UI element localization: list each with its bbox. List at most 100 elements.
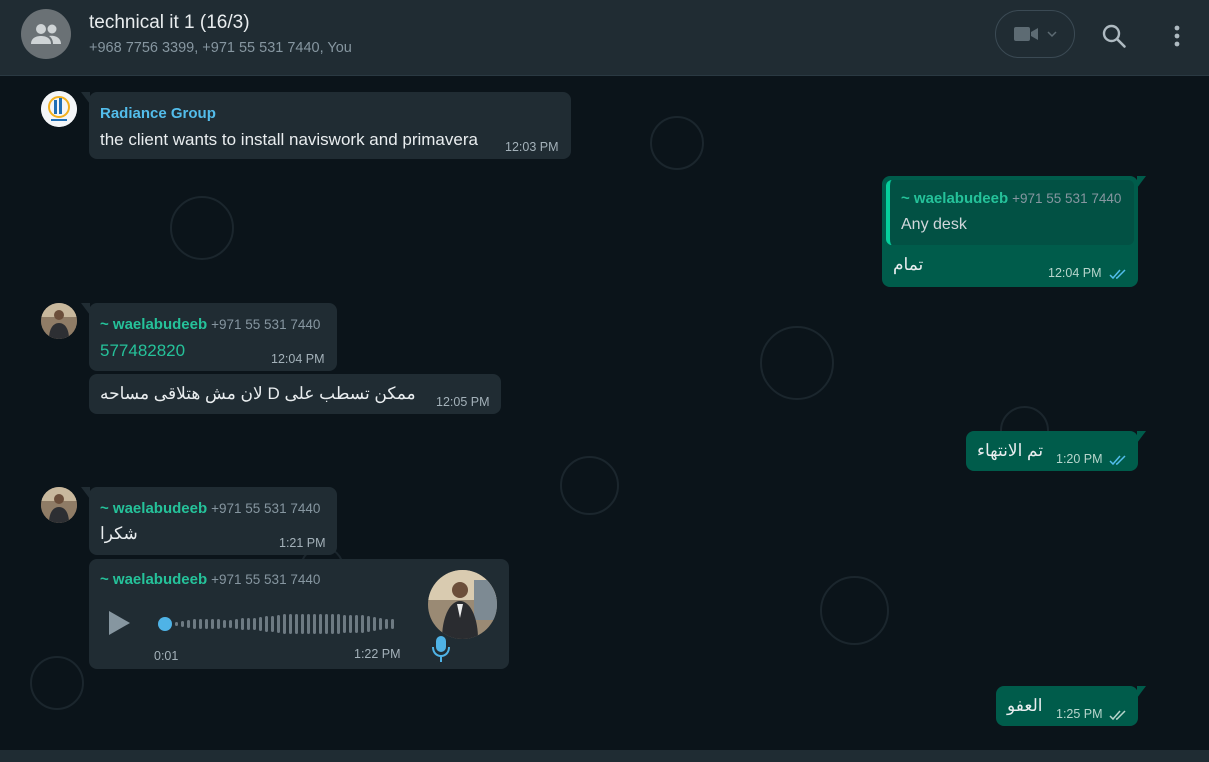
waveform-bar [349,615,352,633]
quoted-sender-name: ~ waelabudeeb [901,190,1009,207]
message-time: 1:21 PM [279,536,326,550]
sender-name[interactable]: ~ waelabudeeb [100,316,207,333]
search-button[interactable] [1100,22,1128,50]
person-photo-icon [41,487,77,523]
waveform-bar [343,615,346,633]
waveform-bar [253,618,256,630]
message-bubble-outgoing[interactable]: تم الانتهاء 1:20 PM [966,431,1146,471]
menu-button[interactable] [1166,22,1188,50]
phone-number-link[interactable]: 577482820 [100,341,185,361]
sender-phone: +971 55 531 7440 [211,317,321,332]
bubble-tail [81,487,90,499]
background-doodle [560,456,619,515]
waveform-bar [373,617,376,631]
kebab-menu-icon [1174,25,1180,47]
video-call-button[interactable] [995,10,1075,58]
background-doodle [760,326,834,400]
waveform-bar [187,620,190,628]
waveform-bar [379,618,382,630]
message-time: 1:22 PM [354,647,401,661]
waveform-bar [265,616,268,632]
waveform-bar [301,614,304,634]
radiance-logo-icon [41,91,77,127]
video-camera-icon [1014,27,1038,41]
message-time: 1:25 PM [1056,707,1103,721]
waveform-bar [271,616,274,632]
waveform-bar [181,621,184,627]
waveform-bar [331,614,334,634]
waveform-bar [193,619,196,629]
waveform-bar [367,616,370,632]
waveform-bar [283,614,286,634]
waveform-bar [247,618,250,630]
waveform-bar [325,614,328,634]
message-time: 12:05 PM [436,395,490,409]
message-text: تم الانتهاء [977,441,1044,460]
sender-phone: +971 55 531 7440 [211,572,321,587]
waveform-bar [313,614,316,634]
message-bubble-outgoing[interactable]: العفو 1:25 PM [996,686,1146,726]
bubble-tail [81,92,90,104]
quoted-message[interactable]: ~ waelabudeeb +971 55 531 7440 Any desk [886,180,1134,245]
delivered-receipt-icon [1109,710,1126,721]
search-icon [1102,24,1126,48]
read-receipt-icon [1109,455,1126,466]
sender-name[interactable]: ~ waelabudeeb [100,571,207,588]
waveform-bar [259,617,262,631]
waveform-bar [175,622,178,626]
message-time: 12:04 PM [271,352,325,366]
read-receipt-icon [1109,269,1126,280]
microphone-icon [432,636,450,662]
bubble-tail [1137,431,1146,443]
message-time: 1:20 PM [1056,452,1103,466]
chat-header: technical it 1 (16/3) +968 7756 3399, +9… [0,0,1209,76]
bubble-tail [1137,176,1146,188]
participants-list[interactable]: +968 7756 3399, +971 55 531 7440, You [89,40,352,56]
message-bubble-incoming[interactable]: ~ waelabudeeb +971 55 531 7440 577482820 … [81,303,337,371]
voice-waveform[interactable] [157,612,397,636]
waveform-bar [277,615,280,633]
waveform-bar [361,615,364,633]
message-bubble-incoming[interactable]: ممكن تسطب على D لان مش هتلاقى مساحه 12:0… [89,374,501,414]
playback-position-dot[interactable] [158,617,172,631]
voice-sender-avatar[interactable] [428,570,497,639]
voice-duration: 0:01 [154,649,179,663]
background-doodle [30,656,84,710]
message-bubble-incoming[interactable]: ~ waelabudeeb +971 55 531 7440 شكرا 1:21 … [81,487,337,555]
sender-avatar-radiance[interactable] [41,91,77,127]
person-photo-icon [428,570,497,639]
group-icon [31,24,61,44]
message-text: العفو [1007,696,1043,715]
sender-name[interactable]: Radiance Group [100,105,216,122]
waveform-bar [337,614,340,634]
play-icon[interactable] [105,609,133,637]
voice-message-bubble[interactable]: ~ waelabudeeb +971 55 531 7440 0:01 1:22 … [89,559,509,669]
waveform-bar [355,615,358,633]
waveform-bar [223,620,226,628]
waveform-bar [217,619,220,629]
sender-avatar-waelabudeeb[interactable] [41,303,77,339]
quoted-text: Any desk [901,216,967,233]
bubble-tail [1137,686,1146,698]
waveform-bar [229,620,232,628]
chat-title[interactable]: technical it 1 (16/3) [89,12,250,34]
waveform-bar [289,614,292,634]
message-bubble-incoming[interactable]: Radiance Group the client wants to insta… [81,92,571,159]
message-text: تمام [893,255,924,274]
background-doodle [820,576,889,645]
waveform-bar [199,619,202,629]
quoted-sender-phone: +971 55 531 7440 [1012,191,1122,206]
waveform-bar [391,619,394,629]
sender-avatar-waelabudeeb[interactable] [41,487,77,523]
message-text: ممكن تسطب على D لان مش هتلاقى مساحه [100,384,416,403]
message-time: 12:04 PM [1048,266,1102,280]
message-list[interactable]: Radiance Group the client wants to insta… [0,76,1209,750]
background-doodle [170,196,234,260]
chevron-down-icon [1047,31,1057,38]
background-doodle [650,116,704,170]
sender-phone: +971 55 531 7440 [211,501,321,516]
message-bubble-outgoing[interactable]: ~ waelabudeeb +971 55 531 7440 Any desk ت… [882,176,1146,287]
waveform-bar [205,619,208,629]
group-avatar[interactable] [21,9,71,59]
sender-name[interactable]: ~ waelabudeeb [100,500,207,517]
